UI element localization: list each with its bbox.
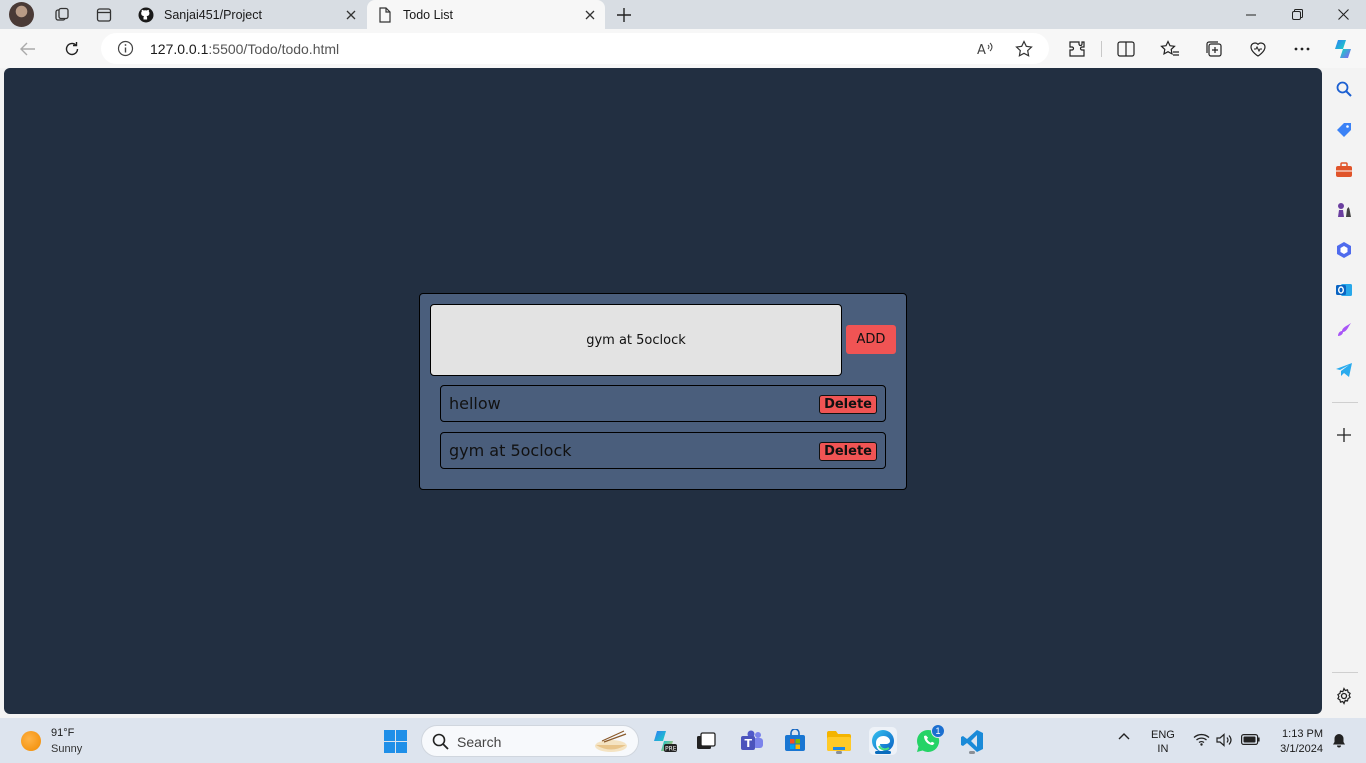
language-code: ENG — [1151, 729, 1175, 741]
add-button[interactable]: ADD — [846, 325, 896, 354]
task-view-icon[interactable] — [692, 727, 720, 755]
collections-icon[interactable] — [1202, 37, 1226, 61]
add-sidebar-app-icon[interactable] — [1334, 425, 1354, 445]
vscode-icon[interactable] — [958, 727, 986, 755]
active-indicator — [875, 751, 891, 754]
split-screen-icon[interactable] — [1114, 37, 1138, 61]
github-icon — [138, 7, 154, 23]
todo-item: gym at 5oclock Delete — [440, 432, 886, 469]
send-telegram-icon[interactable] — [1334, 360, 1354, 380]
read-aloud-icon[interactable]: A — [974, 39, 996, 59]
microsoft-store-icon[interactable] — [781, 727, 809, 755]
site-info-icon[interactable] — [117, 40, 134, 57]
clock-time: 1:13 PM — [1282, 728, 1323, 740]
designer-icon[interactable] — [1334, 320, 1354, 340]
sidebar-divider — [1332, 402, 1358, 403]
games-chess-icon[interactable] — [1334, 200, 1354, 220]
weather-description[interactable]: Sunny — [51, 743, 82, 755]
delete-button[interactable]: Delete — [819, 395, 877, 414]
page-icon — [377, 6, 393, 23]
weather-temperature[interactable]: 91°F — [51, 727, 74, 739]
taskbar-search[interactable]: Search — [421, 725, 639, 757]
search-label: Search — [457, 734, 502, 750]
tab-strip: Sanjai451/Project Todo List — [0, 0, 1366, 29]
svg-text:PRE: PRE — [665, 746, 677, 753]
workspaces-icon[interactable] — [48, 4, 76, 26]
delete-button[interactable]: Delete — [819, 442, 877, 461]
close-tab-icon[interactable] — [579, 4, 601, 26]
show-hidden-icons-chevron-up-icon[interactable] — [1118, 731, 1130, 743]
edge-browser-icon[interactable] — [869, 727, 897, 755]
extensions-icon[interactable] — [1065, 37, 1089, 61]
windows-taskbar: 91°F Sunny Search PRE T 1 ENG IN 1:13 PM… — [0, 718, 1366, 763]
browser-toolbar: 127.0.0.1:5500/Todo/todo.html A — [0, 29, 1366, 68]
sidebar-divider — [1332, 672, 1358, 673]
restore-button[interactable] — [1274, 0, 1320, 29]
todo-item-text: gym at 5oclock — [449, 441, 572, 460]
notifications-bell-icon[interactable] — [1332, 733, 1346, 751]
page-viewport: ADD hellow Delete gym at 5oclock Delete — [4, 68, 1322, 714]
copilot-icon[interactable] — [1331, 37, 1355, 61]
input-language[interactable]: ENG IN — [1151, 728, 1175, 756]
new-tab-button[interactable] — [612, 3, 636, 27]
url-text: 127.0.0.1:5500/Todo/todo.html — [150, 41, 340, 57]
favorites-icon[interactable] — [1158, 37, 1182, 61]
todo-container: ADD hellow Delete gym at 5oclock Delete — [419, 293, 907, 490]
todo-input[interactable] — [430, 304, 842, 376]
whatsapp-icon[interactable]: 1 — [914, 724, 945, 755]
search-icon[interactable] — [1334, 79, 1354, 99]
system-clock[interactable]: 1:13 PM 3/1/2024 — [1268, 727, 1323, 757]
notification-badge: 1 — [931, 724, 945, 738]
svg-text:A: A — [977, 43, 986, 57]
refresh-button[interactable] — [58, 35, 86, 63]
tools-briefcase-icon[interactable] — [1334, 160, 1354, 180]
search-highlight-noodles-icon — [592, 729, 630, 755]
copilot-preview-icon[interactable]: PRE — [650, 727, 678, 755]
weather-sun-icon[interactable] — [21, 731, 41, 751]
wifi-icon[interactable] — [1193, 733, 1210, 749]
sidebar-settings-gear-icon[interactable] — [1334, 686, 1354, 706]
tab-title: Todo List — [403, 7, 454, 22]
close-window-button[interactable] — [1320, 0, 1366, 29]
outlook-icon[interactable] — [1334, 280, 1354, 300]
tab-todo-list[interactable]: Todo List — [367, 0, 605, 29]
tab-title: Sanjai451/Project — [164, 7, 262, 22]
battery-icon[interactable] — [1241, 734, 1260, 748]
vertical-tabs-icon[interactable] — [90, 4, 118, 26]
microsoft-365-icon[interactable] — [1334, 240, 1354, 260]
toolbar-divider — [1101, 41, 1102, 57]
browser-essentials-icon[interactable] — [1246, 37, 1270, 61]
file-explorer-icon[interactable] — [825, 727, 853, 755]
start-button[interactable] — [384, 730, 407, 753]
tab-github-project[interactable]: Sanjai451/Project — [128, 0, 366, 29]
region-code: IN — [1157, 743, 1169, 755]
close-tab-icon[interactable] — [340, 4, 362, 26]
search-icon — [432, 733, 449, 755]
profile-avatar[interactable] — [9, 2, 34, 27]
favorite-star-icon[interactable] — [1013, 39, 1035, 59]
back-button[interactable] — [14, 35, 42, 63]
running-indicator — [969, 751, 975, 754]
todo-item-text: hellow — [449, 394, 501, 413]
volume-icon[interactable] — [1216, 733, 1233, 750]
teams-icon[interactable]: T — [738, 727, 766, 755]
clock-date: 3/1/2024 — [1280, 743, 1323, 755]
todo-item: hellow Delete — [440, 385, 886, 422]
shopping-tag-icon[interactable] — [1334, 120, 1354, 140]
minimize-button[interactable] — [1228, 0, 1274, 29]
more-options-icon[interactable] — [1290, 37, 1314, 61]
svg-text:T: T — [745, 737, 753, 750]
running-indicator — [836, 751, 842, 754]
address-bar[interactable]: 127.0.0.1:5500/Todo/todo.html A — [101, 33, 1049, 64]
edge-sidebar — [1324, 68, 1366, 718]
